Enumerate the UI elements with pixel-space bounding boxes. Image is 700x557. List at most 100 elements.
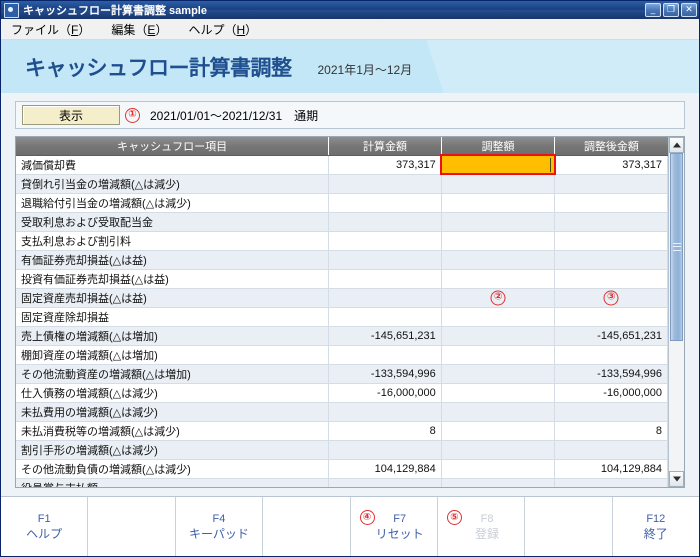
table-row[interactable]: 投資有価証券売却損益(△は益) [16, 269, 668, 289]
cell-item[interactable]: 棚卸資産の増減額(△は増加) [16, 345, 330, 365]
cell-calculated-amount[interactable] [328, 212, 442, 232]
cell-calculated-amount[interactable] [328, 402, 442, 422]
cell-item[interactable]: その他流動資産の増減額(△は増加) [16, 364, 330, 384]
cell-item[interactable]: 減価償却費 [16, 155, 330, 175]
cell-item[interactable]: 固定資産除却損益 [16, 307, 330, 327]
cell-adjustment-amount[interactable] [441, 345, 556, 365]
cell-adjustment-amount[interactable] [441, 231, 556, 251]
cell-calculated-amount[interactable]: 373,317 [328, 155, 442, 175]
table-row[interactable]: 減価償却費 373,317 373,317 [16, 154, 668, 175]
table-row[interactable]: 売上債権の増減額(△は増加) -145,651,231 -145,651,231 [16, 326, 668, 346]
cell-calculated-amount[interactable]: 104,129,884 [328, 459, 442, 479]
cell-adjustment-amount[interactable] [441, 402, 556, 422]
cell-adjusted-amount[interactable] [554, 231, 668, 251]
cell-item[interactable]: 未払費用の増減額(△は減少) [16, 402, 330, 422]
table-row[interactable]: 仕入債務の増減額(△は減少) -16,000,000 -16,000,000 [16, 383, 668, 403]
cell-adjusted-amount[interactable]: -133,594,996 [554, 364, 668, 384]
scrollbar-track[interactable] [669, 153, 684, 471]
table-row[interactable]: 役員賞与支払額 [16, 478, 668, 487]
cell-calculated-amount[interactable] [328, 193, 442, 213]
cell-adjustment-amount[interactable] [441, 383, 556, 403]
table-row[interactable]: その他流動負債の増減額(△は減少) 104,129,884 104,129,884 [16, 459, 668, 479]
scroll-down-button[interactable] [669, 471, 684, 487]
display-button[interactable]: 表示 [22, 105, 120, 125]
table-row[interactable]: 支払利息および割引料 [16, 231, 668, 251]
cell-calculated-amount[interactable] [328, 231, 442, 251]
cell-adjustment-amount[interactable] [441, 440, 556, 460]
cell-item[interactable]: 貸倒れ引当金の増減額(△は減少) [16, 174, 330, 194]
cell-adjustment-amount[interactable] [441, 250, 556, 270]
cell-adjustment-amount[interactable] [441, 421, 556, 441]
cell-calculated-amount[interactable]: -133,594,996 [328, 364, 442, 384]
menu-item-help[interactable]: ヘルプ（H） [186, 19, 266, 40]
cell-adjustment-amount[interactable]: ② [441, 288, 556, 308]
cell-adjusted-amount[interactable] [554, 478, 668, 487]
cell-calculated-amount[interactable] [328, 478, 442, 487]
menu-item-file[interactable]: ファイル（F） [9, 19, 99, 40]
cell-adjustment-amount[interactable] [441, 307, 556, 327]
cell-adjusted-amount[interactable] [554, 193, 668, 213]
cell-calculated-amount[interactable] [328, 174, 442, 194]
table-row[interactable]: その他流動資産の増減額(△は増加) -133,594,996 -133,594,99… [16, 364, 668, 384]
cell-calculated-amount[interactable]: -145,651,231 [328, 326, 442, 346]
table-row[interactable]: 棚卸資産の増減額(△は増加) [16, 345, 668, 365]
cell-adjusted-amount[interactable] [554, 345, 668, 365]
cell-item[interactable]: 割引手形の増減額(△は減少) [16, 440, 330, 460]
table-row[interactable]: 貸倒れ引当金の増減額(△は減少) [16, 174, 668, 194]
minimize-button[interactable]: _ [645, 3, 661, 17]
column-header-item[interactable]: キャッシュフロー項目 [16, 137, 330, 156]
vertical-scrollbar[interactable] [668, 137, 684, 487]
cell-adjusted-amount[interactable]: -145,651,231 [554, 326, 668, 346]
cell-item[interactable]: その他流動負債の増減額(△は減少) [16, 459, 330, 479]
cell-calculated-amount[interactable] [328, 250, 442, 270]
cell-adjusted-amount[interactable]: ③ [554, 288, 668, 308]
table-row[interactable]: 未払消費税等の増減額(△は減少) 8 8 [16, 421, 668, 441]
cell-item[interactable]: 仕入債務の増減額(△は減少) [16, 383, 330, 403]
cell-adjusted-amount[interactable] [554, 402, 668, 422]
cell-adjusted-amount[interactable]: 8 [554, 421, 668, 441]
maximize-button[interactable]: ❐ [663, 3, 679, 17]
cell-adjustment-amount[interactable] [441, 478, 556, 487]
column-header-after[interactable]: 調整後金額 [554, 137, 668, 156]
table-row[interactable]: 受取利息および受取配当金 [16, 212, 668, 232]
cell-adjusted-amount[interactable] [554, 269, 668, 289]
scroll-up-button[interactable] [669, 137, 684, 153]
cell-adjusted-amount[interactable] [554, 440, 668, 460]
table-row[interactable]: 割引手形の増減額(△は減少) [16, 440, 668, 460]
cell-adjustment-amount[interactable] [441, 212, 556, 232]
cell-adjustment-amount[interactable] [441, 364, 556, 384]
function-key-f1[interactable]: F1 ヘルプ [1, 497, 89, 556]
cell-calculated-amount[interactable] [328, 440, 442, 460]
scrollbar-thumb[interactable] [670, 153, 683, 341]
function-key-f7[interactable]: ④ F7 リセット [350, 497, 438, 556]
cell-item[interactable]: 支払利息および割引料 [16, 231, 330, 251]
column-header-calc[interactable]: 計算金額 [328, 137, 442, 156]
table-row[interactable]: 固定資産除却損益 [16, 307, 668, 327]
cell-adjusted-amount[interactable]: -16,000,000 [554, 383, 668, 403]
function-key-f8[interactable]: ⑤ F8 登録 [437, 497, 526, 556]
cell-adjusted-amount[interactable]: 104,129,884 [554, 459, 668, 479]
cell-item[interactable]: 退職給付引当金の増減額(△は減少) [16, 193, 330, 213]
table-row[interactable]: 退職給付引当金の増減額(△は減少) [16, 193, 668, 213]
cell-adjusted-amount[interactable] [554, 212, 668, 232]
cell-calculated-amount[interactable] [328, 307, 442, 327]
function-key-f4[interactable]: F4 キーパッド [175, 497, 264, 556]
cell-adjusted-amount[interactable] [554, 307, 668, 327]
cell-item[interactable]: 固定資産売却損益(△は益) [16, 288, 330, 308]
cell-calculated-amount[interactable] [328, 345, 442, 365]
column-header-adjust[interactable]: 調整額 [441, 137, 556, 156]
cell-adjusted-amount[interactable]: 373,317 [554, 155, 668, 175]
cell-adjusted-amount[interactable] [554, 174, 668, 194]
table-row[interactable]: 有価証券売却損益(△は益) [16, 250, 668, 270]
cell-adjustment-amount[interactable] [441, 326, 556, 346]
cell-item[interactable]: 受取利息および受取配当金 [16, 212, 330, 232]
cell-adjusted-amount[interactable] [554, 250, 668, 270]
cell-adjustment-amount[interactable] [441, 459, 556, 479]
cell-calculated-amount[interactable]: -16,000,000 [328, 383, 442, 403]
cell-item[interactable]: 役員賞与支払額 [16, 478, 330, 487]
close-button[interactable]: ✕ [681, 3, 697, 17]
table-row[interactable]: 未払費用の増減額(△は減少) [16, 402, 668, 422]
cell-item[interactable]: 投資有価証券売却損益(△は益) [16, 269, 330, 289]
cell-item[interactable]: 未払消費税等の増減額(△は減少) [16, 421, 330, 441]
table-row[interactable]: 固定資産売却損益(△は益) ② ③ [16, 288, 668, 308]
